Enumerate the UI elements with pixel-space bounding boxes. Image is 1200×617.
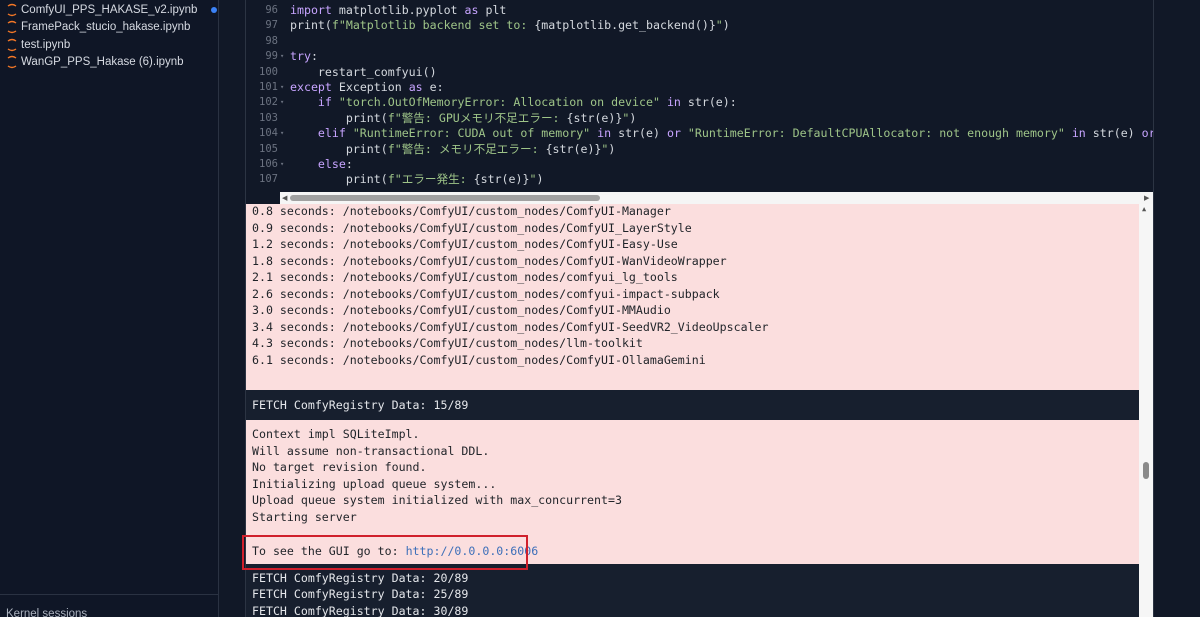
code-line: 97 print(f"Matplotlib backend set to: {ma… [246, 18, 1153, 33]
import-time-line: 1.8 seconds: /notebooks/ComfyUI/custom_n… [252, 253, 727, 268]
server-log-line: Starting server [252, 509, 357, 524]
fold-chevron-icon[interactable]: ▾ [280, 126, 284, 141]
server-log-line: Will assume non-transactional DDL. [252, 443, 490, 458]
code-text: import matplotlib.pyplot as plt [290, 3, 507, 17]
code-cell: 96 import matplotlib.pyplot as plt 97 print… [242, 0, 1154, 617]
code-editor[interactable]: 96 import matplotlib.pyplot as plt 97 print… [246, 0, 1153, 192]
import-time-line: 2.1 seconds: /notebooks/ComfyUI/custom_n… [252, 270, 678, 284]
vertical-scrollbar[interactable]: ▲ [1139, 204, 1153, 617]
scroll-left-icon[interactable]: ◀ [282, 194, 287, 202]
code-text: print(f"警告: GPUメモリ不足エラー: {str(e)}") [290, 110, 637, 125]
jupyter-notebook-icon [7, 3, 17, 16]
fold-chevron-icon[interactable]: ▾ [280, 80, 284, 95]
code-text: if "torch.OutOfMemoryError: Allocation o… [290, 95, 737, 110]
code-line: 96 import matplotlib.pyplot as plt [246, 3, 1153, 18]
scrollbar-thumb[interactable] [290, 195, 600, 201]
jupyter-notebook-icon [7, 20, 17, 34]
line-number: 105 [259, 142, 278, 155]
line-number: 96 [265, 4, 278, 16]
scrollbar-thumb[interactable] [1143, 462, 1149, 479]
line-number: 102 [259, 96, 278, 109]
code-line: 101 ▾ except Exception as e: [246, 80, 1153, 95]
file-name: ComfyUI_PPS_HAKASE_v2.ipynb [21, 3, 198, 16]
line-number: 98 [265, 34, 278, 47]
code-line: 102 ▾ if "torch.OutOfMemoryError: Allocat… [246, 95, 1153, 110]
line-number: 104 [259, 127, 278, 140]
server-log-line: Initializing upload queue system... [252, 476, 497, 491]
code-line: 103 print(f"警告: GPUメモリ不足エラー: {str(e)}") [246, 111, 1153, 126]
fetch-progress-line: FETCH ComfyRegistry Data: 20/89 [252, 571, 469, 585]
line-number: 106 [259, 158, 278, 170]
jupyter-notebook-icon [7, 55, 17, 69]
stdout-output-block: FETCH ComfyRegistry Data: 15/89 [246, 390, 1139, 420]
code-text: except Exception as e: [290, 80, 444, 94]
line-number: 103 [259, 111, 278, 124]
import-time-line: 3.4 seconds: /notebooks/ComfyUI/custom_n… [252, 319, 769, 334]
code-text: print(f"エラー発生: {str(e)}") [290, 172, 544, 187]
line-number: 99 [265, 50, 278, 63]
import-time-line: 3.0 seconds: /notebooks/ComfyUI/custom_n… [252, 303, 671, 317]
file-browser: ComfyUI_PPS_HAKASE_v2.ipynb FramePack_stu… [0, 0, 219, 617]
line-number: 100 [259, 65, 278, 78]
scroll-right-icon[interactable]: ▶ [1144, 194, 1149, 202]
fold-chevron-icon[interactable]: ▾ [280, 49, 284, 64]
code-line: 98 [246, 34, 1153, 49]
code-text: else: [290, 157, 353, 171]
import-time-line: 0.9 seconds: /notebooks/ComfyUI/custom_n… [252, 220, 692, 235]
code-line: 100 restart_comfyui() [246, 65, 1153, 80]
import-time-line: 6.1 seconds: /notebooks/ComfyUI/custom_n… [252, 352, 706, 367]
line-number: 101 [259, 81, 278, 93]
code-text: restart_comfyui() [290, 64, 437, 79]
file-item[interactable]: FramePack_stucio_hakase.ipynb [6, 19, 216, 36]
code-line: 105 print(f"警告: メモリ不足エラー: {str(e)}") [246, 142, 1153, 157]
server-log-line: No target revision found. [252, 460, 427, 474]
file-name: test.ipynb [21, 38, 71, 51]
code-text: print(f"警告: メモリ不足エラー: {str(e)}") [290, 141, 616, 156]
jupyter-notebook-icon [7, 38, 17, 51]
fetch-progress-line: FETCH ComfyRegistry Data: 30/89 [252, 603, 469, 617]
code-text: print(f"Matplotlib backend set to: {matp… [290, 18, 730, 33]
notebook-panel: 96 import matplotlib.pyplot as plt 97 print… [220, 0, 1200, 617]
fetch-progress-line: FETCH ComfyRegistry Data: 15/89 [252, 398, 469, 412]
code-line: 104 ▾ elif "RuntimeError: CUDA out of mem… [246, 126, 1153, 141]
code-text: elif "RuntimeError: CUDA out of memory" … [290, 126, 1153, 141]
server-log-line: Upload queue system initialized with max… [252, 493, 622, 507]
file-item[interactable]: WanGP_PPS_Hakase (6).ipynb [6, 54, 216, 71]
file-item[interactable]: ComfyUI_PPS_HAKASE_v2.ipynb [6, 1, 217, 18]
file-name: WanGP_PPS_Hakase (6).ipynb [21, 56, 184, 68]
kernel-sessions-header[interactable]: Kernel sessions [6, 608, 87, 617]
code-text: try: [290, 49, 318, 64]
file-item[interactable]: test.ipynb [6, 36, 216, 53]
line-number: 107 [259, 173, 278, 186]
divider [0, 594, 218, 595]
import-time-line: 2.6 seconds: /notebooks/ComfyUI/custom_n… [252, 286, 720, 301]
fetch-progress-line: FETCH ComfyRegistry Data: 25/89 [252, 587, 469, 602]
code-line: 107 print(f"エラー発生: {str(e)}") [246, 172, 1153, 187]
line-number: 97 [265, 19, 278, 32]
red-highlight-box [242, 535, 528, 570]
import-time-line: 0.8 seconds: /notebooks/ComfyUI/custom_n… [252, 204, 671, 218]
fold-chevron-icon[interactable]: ▾ [280, 95, 284, 110]
code-line: 99 ▾ try: [246, 49, 1153, 64]
import-time-line: 4.3 seconds: /notebooks/ComfyUI/custom_n… [252, 336, 643, 350]
fold-chevron-icon[interactable]: ▾ [280, 157, 284, 172]
import-time-line: 1.2 seconds: /notebooks/ComfyUI/custom_n… [252, 237, 678, 251]
unsaved-dot-icon [211, 7, 217, 13]
file-name: FramePack_stucio_hakase.ipynb [21, 21, 191, 33]
stderr-output-block: 0.8 seconds: /notebooks/ComfyUI/custom_n… [246, 204, 1139, 390]
stdout-output-block: FETCH ComfyRegistry Data: 20/89 FETCH Com… [246, 564, 1139, 617]
code-line: 106 ▾ else: [246, 157, 1153, 172]
server-log-line: Context impl SQLiteImpl. [252, 427, 420, 441]
cell-output: 0.8 seconds: /notebooks/ComfyUI/custom_n… [242, 204, 1153, 617]
scroll-up-icon[interactable]: ▲ [1142, 205, 1146, 213]
